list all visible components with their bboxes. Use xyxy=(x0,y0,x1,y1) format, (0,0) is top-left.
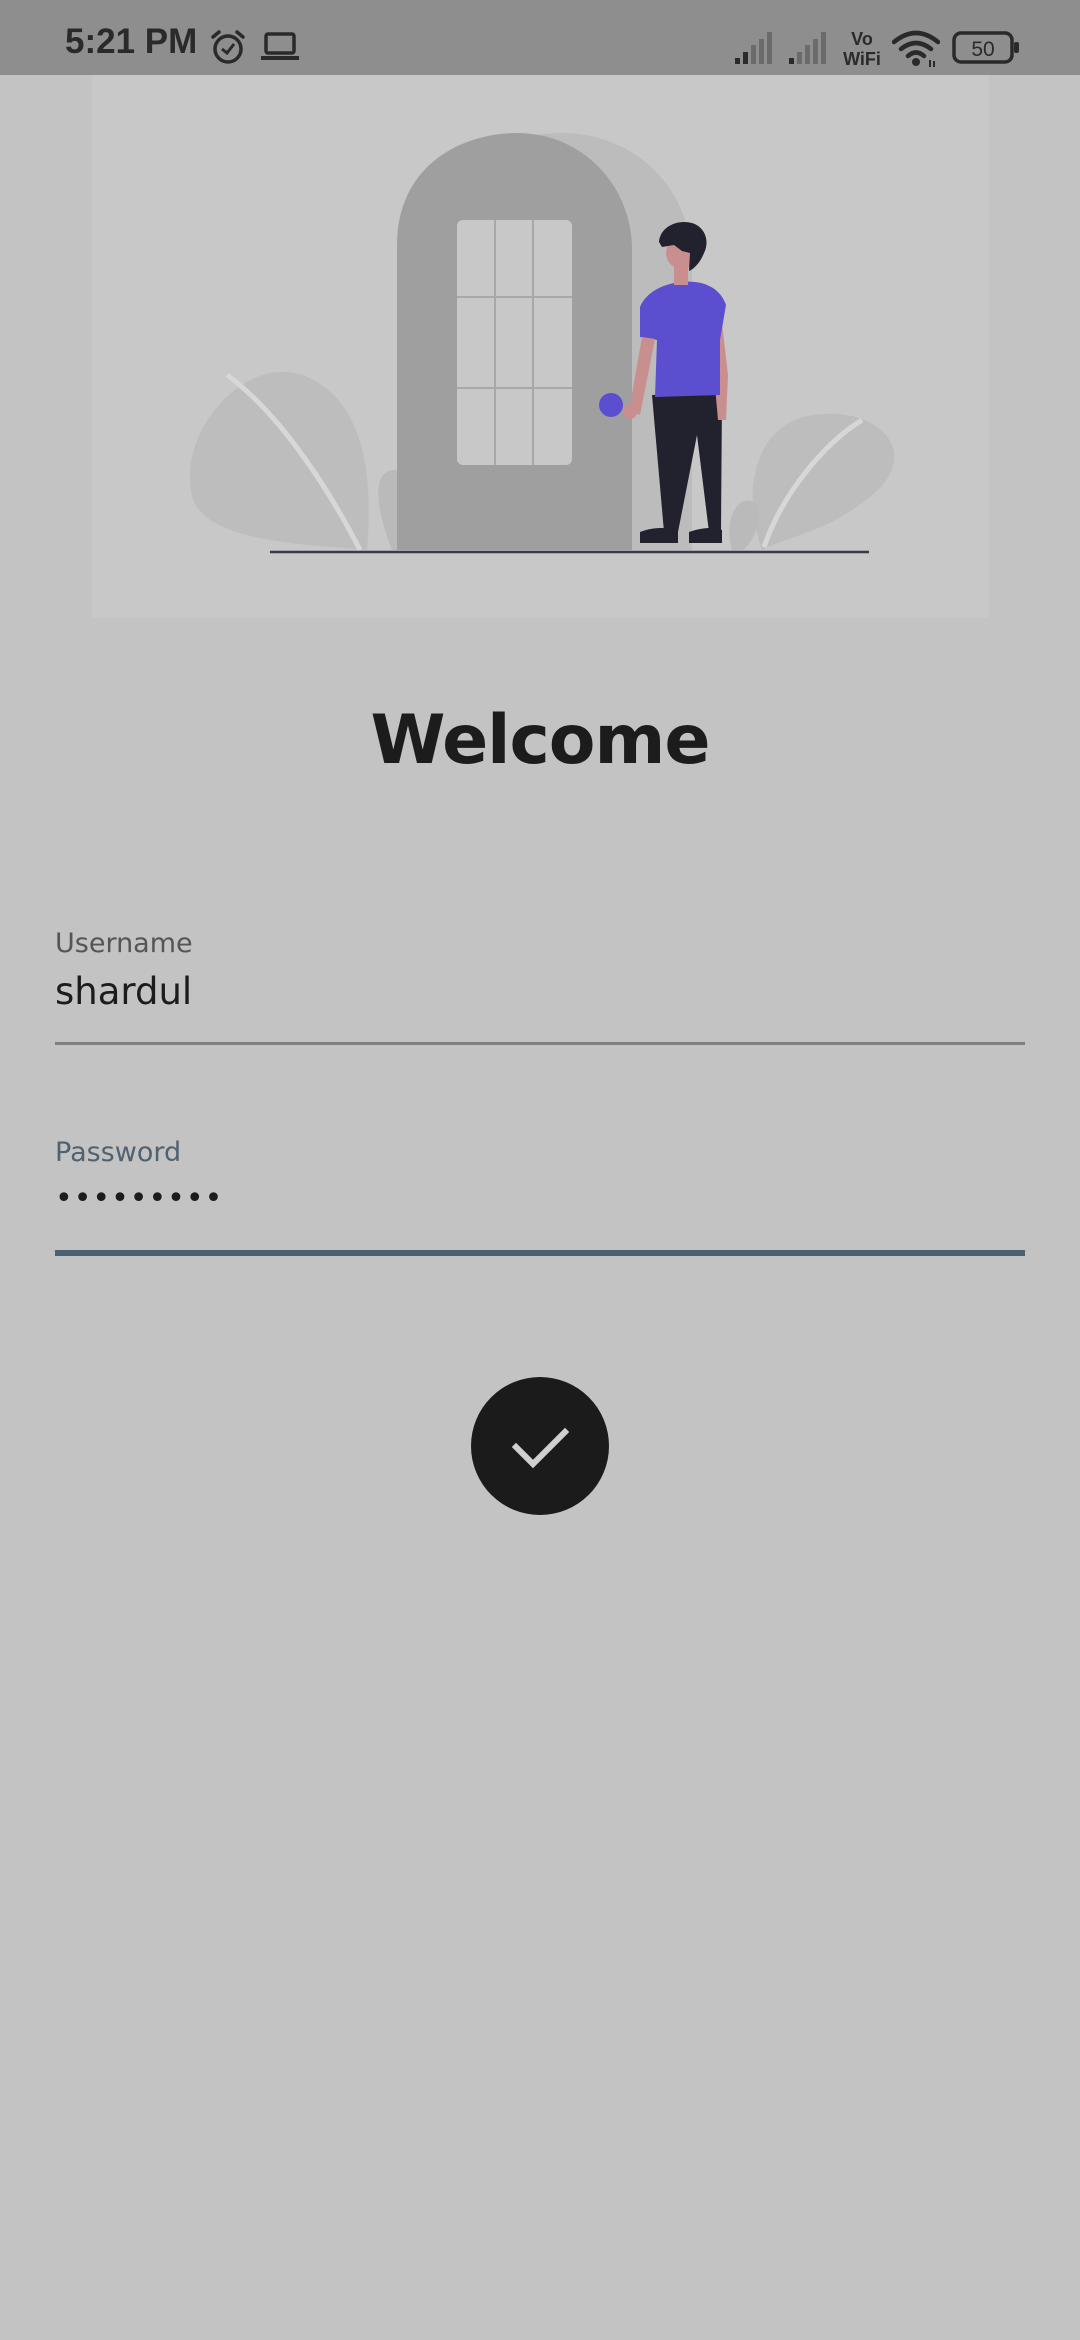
username-label: Username xyxy=(55,928,193,959)
wifi-icon xyxy=(892,30,940,67)
login-screen: 5:21 PM Vo WiFi 50 Welcome Username shar… xyxy=(0,0,1080,2340)
status-bar: 5:21 PM Vo WiFi 50 xyxy=(0,0,1080,75)
battery-icon: 50 xyxy=(952,31,1019,64)
page-title: Welcome xyxy=(370,701,710,780)
signal-icon xyxy=(789,32,826,64)
alarm-icon xyxy=(211,30,245,64)
vowifi-icon: Vo WiFi xyxy=(843,29,881,68)
status-time: 5:21 PM xyxy=(65,22,198,61)
door-knob xyxy=(599,393,623,417)
right-plant xyxy=(729,413,895,550)
battery-level: 50 xyxy=(971,38,994,61)
password-label: Password xyxy=(55,1137,182,1168)
username-field[interactable]: Username xyxy=(55,930,1025,1050)
password-underline xyxy=(55,1250,1025,1256)
password-field[interactable]: Password ••••••••• xyxy=(55,1139,1025,1259)
checkmark-icon xyxy=(511,1427,570,1469)
door-illustration xyxy=(189,133,895,554)
vowifi-label-bottom: WiFi xyxy=(843,49,881,68)
password-input[interactable]: ••••••••• xyxy=(55,1181,1025,1217)
vowifi-label-top: Vo xyxy=(851,29,873,49)
username-underline xyxy=(55,1042,1025,1045)
hero-illustration xyxy=(92,75,989,618)
laptop-icon xyxy=(261,32,299,60)
username-input[interactable] xyxy=(55,970,1025,1015)
door-window xyxy=(457,220,572,465)
left-plant xyxy=(189,371,409,552)
signal-icon xyxy=(735,32,772,64)
submit-button[interactable] xyxy=(471,1377,609,1515)
